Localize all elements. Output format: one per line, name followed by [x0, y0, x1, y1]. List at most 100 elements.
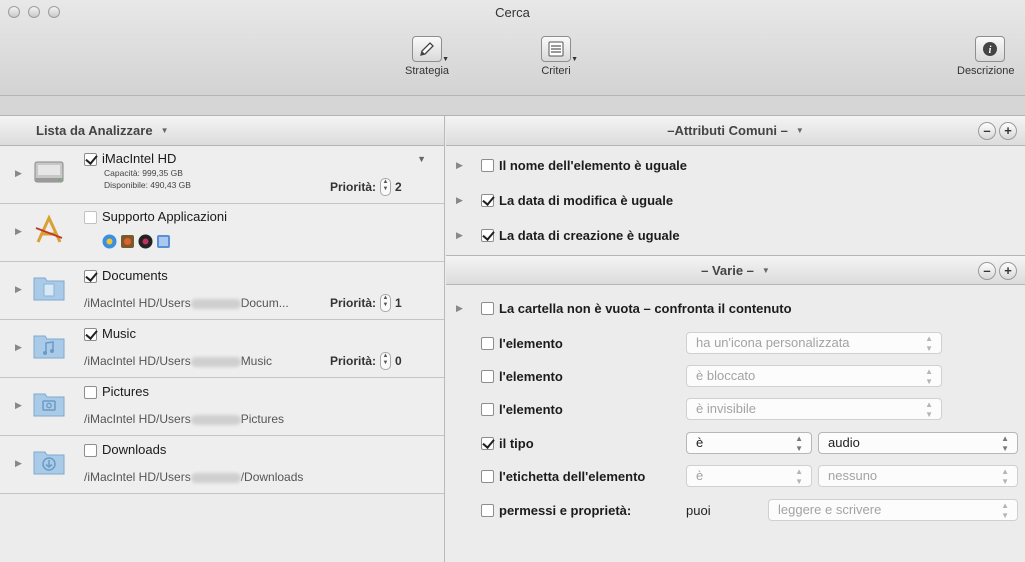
criterion-row: ▶ La cartella non è vuota – confronta il…	[446, 291, 1025, 325]
disclosure-triangle-icon[interactable]: ▶	[15, 226, 22, 237]
disclosure-triangle-icon[interactable]: ▶	[15, 400, 22, 411]
element-attribute-select[interactable]: è bloccato ▲ ▼	[686, 365, 942, 387]
item-checkbox[interactable]	[84, 270, 97, 284]
disclosure-triangle-icon[interactable]: ▶	[456, 303, 463, 314]
criterion-label: Il nome dell'elemento è uguale	[499, 157, 688, 173]
path-end: Music	[240, 354, 273, 368]
criterion-checkbox[interactable]	[481, 369, 494, 383]
item-name: Documents	[102, 268, 168, 283]
analysis-list-pane: Lista da Analizzare ▼ ▶ iMacIntel HD ▼ C…	[0, 116, 445, 562]
item-checkbox[interactable]	[84, 328, 97, 342]
photo-app-icon	[121, 235, 134, 248]
available-text: Disponibile: 490,43 GB	[104, 180, 191, 190]
criterion-row: ▶ La data di modifica è uguale	[446, 183, 1025, 217]
permissions-select[interactable]: leggere e scrivere ▲ ▼	[768, 499, 1018, 521]
window-title: Cerca	[495, 5, 530, 20]
list-item-pictures[interactable]: ▶ Pictures /iMacIntel HD/Users Pictures	[0, 378, 444, 436]
misc-title: – Varie –	[701, 262, 754, 278]
element-attribute-select[interactable]: ha un'icona personalizzata ▲ ▼	[686, 332, 942, 354]
priority-stepper[interactable]: ▲ ▼	[380, 352, 392, 370]
priority-stepper[interactable]: ▲ ▼	[380, 294, 392, 312]
item-name: Supporto Applicazioni	[102, 209, 228, 224]
remove-button[interactable]: –	[978, 262, 996, 280]
select-value: nessuno	[828, 468, 878, 483]
path-end: /Downloads	[240, 470, 304, 484]
item-path: /iMacIntel HD/Users Music	[84, 354, 272, 368]
window-toolbar: Cerca ▼ Strategia ▼ Criteri i Descrizion…	[0, 0, 1025, 96]
item-name: Pictures	[102, 384, 149, 399]
item-checkbox[interactable]	[84, 444, 97, 458]
add-button[interactable]: +	[999, 122, 1017, 140]
list-item-music[interactable]: ▶ Music /iMacIntel HD/Users Music Priorit…	[0, 320, 444, 378]
criterion-checkbox[interactable]	[481, 336, 494, 350]
criteria-pane: –Attributi Comuni – ▼ – + ▶ Il nome dell…	[446, 116, 1025, 562]
criterion-checkbox[interactable]	[481, 193, 494, 207]
itunes-icon	[102, 234, 117, 249]
type-value-select[interactable]: audio ▲ ▼	[818, 432, 1018, 454]
criterion-row: ▶ Il nome dell'elemento è uguale	[446, 148, 1025, 182]
criterion-label: l'elemento	[499, 368, 563, 384]
disclosure-triangle-icon[interactable]: ▶	[456, 160, 463, 171]
criterion-row: l'elemento è invisibile ▲ ▼	[446, 392, 1025, 426]
add-button[interactable]: +	[999, 262, 1017, 280]
type-operator-select[interactable]: è ▲ ▼	[686, 432, 812, 454]
criterion-row: permessi e proprietà: puoi leggere e scr…	[446, 493, 1025, 527]
list-item-imacintel-hd[interactable]: ▶ iMacIntel HD ▼ Capacità: 999,35 GB Dis…	[0, 146, 444, 204]
item-checkbox[interactable]	[84, 153, 97, 167]
label-value-select[interactable]: nessuno ▲ ▼	[818, 465, 1018, 487]
item-name: Downloads	[102, 442, 167, 457]
chevron-down-icon: ▼	[442, 56, 450, 63]
svg-text:i: i	[989, 45, 992, 56]
disclosure-triangle-icon[interactable]: ▶	[15, 284, 22, 295]
criterion-checkbox[interactable]	[481, 228, 494, 242]
list-item-documents[interactable]: ▶ Documents /iMacIntel HD/Users Docum... …	[0, 262, 444, 320]
criterion-row: l'etichetta dell'elemento è ▲ ▼ nessuno ▲ ▼	[446, 459, 1025, 493]
criteria-tool-button[interactable]: ▼ Criteri	[541, 36, 578, 77]
criterion-checkbox[interactable]	[481, 436, 494, 450]
permissions-verb: puoi	[686, 502, 711, 518]
label-operator-select[interactable]: è ▲ ▼	[686, 465, 812, 487]
list-item-supporto-applicazioni[interactable]: ▶ Supporto Applicazioni	[0, 204, 444, 262]
item-checkbox[interactable]	[84, 211, 97, 225]
item-checkbox[interactable]	[84, 386, 97, 400]
analysis-list-header[interactable]: Lista da Analizzare ▼	[0, 116, 444, 146]
description-tool-button[interactable]: i Descrizione	[957, 36, 1014, 77]
folder-downloads-icon	[33, 451, 65, 475]
select-value: è bloccato	[696, 368, 756, 383]
select-value: è	[696, 435, 704, 450]
criterion-label: l'elemento	[499, 335, 563, 351]
path-start: /iMacIntel HD/Users	[84, 470, 191, 484]
folder-pictures-icon	[33, 393, 65, 417]
pencil-icon	[420, 42, 434, 56]
list-item-downloads[interactable]: ▶ Downloads /iMacIntel HD/Users/Download…	[0, 436, 444, 494]
redacted-username	[190, 356, 241, 367]
strategy-tool-button[interactable]: ▼ Strategia	[405, 36, 449, 77]
disclosure-triangle-icon[interactable]: ▶	[15, 342, 22, 353]
folder-music-icon	[33, 335, 65, 359]
disclosure-triangle-icon[interactable]: ▶	[456, 230, 463, 241]
common-attributes-title: –Attributi Comuni –	[667, 123, 788, 138]
common-attributes-header[interactable]: –Attributi Comuni – ▼ – +	[446, 116, 1025, 146]
criterion-checkbox[interactable]	[481, 402, 494, 416]
criterion-checkbox[interactable]	[481, 469, 494, 483]
criterion-checkbox[interactable]	[481, 158, 494, 172]
chevron-down-icon: ▼	[761, 265, 770, 275]
hard-drive-icon	[34, 161, 64, 183]
disclosure-triangle-icon[interactable]: ▶	[15, 458, 22, 469]
misc-header[interactable]: – Varie – ▼ – +	[446, 255, 1025, 285]
criterion-checkbox[interactable]	[481, 503, 494, 517]
item-name: iMacIntel HD	[102, 151, 177, 166]
criterion-row: il tipo è ▲ ▼ audio ▲ ▼	[446, 426, 1025, 460]
criterion-checkbox[interactable]	[481, 301, 494, 315]
priority-control: Priorità: ▲ ▼ 2	[330, 178, 402, 196]
disclosure-triangle-icon[interactable]: ▶	[15, 168, 22, 179]
chevron-down-icon[interactable]: ▼	[417, 154, 426, 164]
updown-arrows-icon: ▲ ▼	[795, 467, 803, 486]
priority-stepper[interactable]: ▲ ▼	[380, 178, 392, 196]
disclosure-triangle-icon[interactable]: ▶	[456, 195, 463, 206]
item-name: Music	[102, 326, 136, 341]
element-attribute-select[interactable]: è invisibile ▲ ▼	[686, 398, 942, 420]
remove-button[interactable]: –	[978, 122, 996, 140]
redacted-username	[190, 472, 241, 483]
priority-control: Priorità: ▲ ▼ 0	[330, 352, 402, 370]
